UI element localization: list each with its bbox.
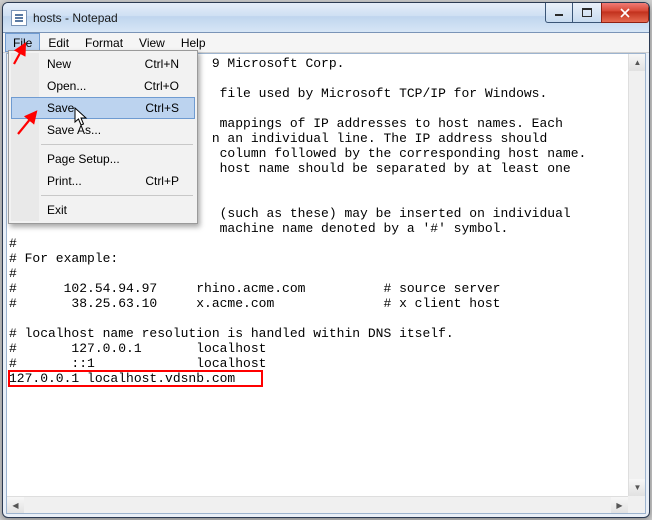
menu-item-label: New xyxy=(47,57,71,71)
horizontal-scrollbar[interactable]: ◀ ▶ xyxy=(7,496,628,513)
notepad-icon xyxy=(11,10,27,26)
menu-item-shortcut: Ctrl+P xyxy=(145,174,179,188)
menu-item-label: Exit xyxy=(47,203,67,217)
menu-item-new[interactable]: New Ctrl+N xyxy=(11,53,195,75)
vertical-scrollbar[interactable]: ▲ ▼ xyxy=(628,54,645,496)
menu-item-label: Open... xyxy=(47,79,86,93)
menu-item-label: Save As... xyxy=(47,123,101,137)
scroll-left-button[interactable]: ◀ xyxy=(7,497,24,514)
menu-item-label: Save xyxy=(47,101,74,115)
menu-item-label: Print... xyxy=(47,174,82,188)
maximize-button[interactable] xyxy=(572,3,602,23)
menu-item-label: Page Setup... xyxy=(47,152,120,166)
menu-item-save-as[interactable]: Save As... xyxy=(11,119,195,141)
menu-item-save[interactable]: Save Ctrl+S xyxy=(11,97,195,119)
menu-separator xyxy=(41,195,193,196)
menu-item-shortcut: Ctrl+N xyxy=(145,57,179,71)
window-controls xyxy=(546,3,649,23)
scroll-down-button[interactable]: ▼ xyxy=(629,479,646,496)
scroll-right-button[interactable]: ▶ xyxy=(611,497,628,514)
close-button[interactable] xyxy=(601,3,649,23)
menu-separator xyxy=(41,144,193,145)
menu-item-shortcut: Ctrl+S xyxy=(145,101,179,115)
file-menu-dropdown: New Ctrl+N Open... Ctrl+O Save Ctrl+S Sa… xyxy=(8,50,198,224)
scrollbar-corner xyxy=(628,496,645,513)
menu-item-print[interactable]: Print... Ctrl+P xyxy=(11,170,195,192)
scroll-up-button[interactable]: ▲ xyxy=(629,54,646,71)
menu-item-shortcut: Ctrl+O xyxy=(144,79,179,93)
titlebar: hosts - Notepad xyxy=(3,3,649,33)
window-title: hosts - Notepad xyxy=(33,11,118,25)
menu-item-exit[interactable]: Exit xyxy=(11,199,195,221)
menu-item-open[interactable]: Open... Ctrl+O xyxy=(11,75,195,97)
menu-item-page-setup[interactable]: Page Setup... xyxy=(11,148,195,170)
minimize-button[interactable] xyxy=(545,3,573,23)
